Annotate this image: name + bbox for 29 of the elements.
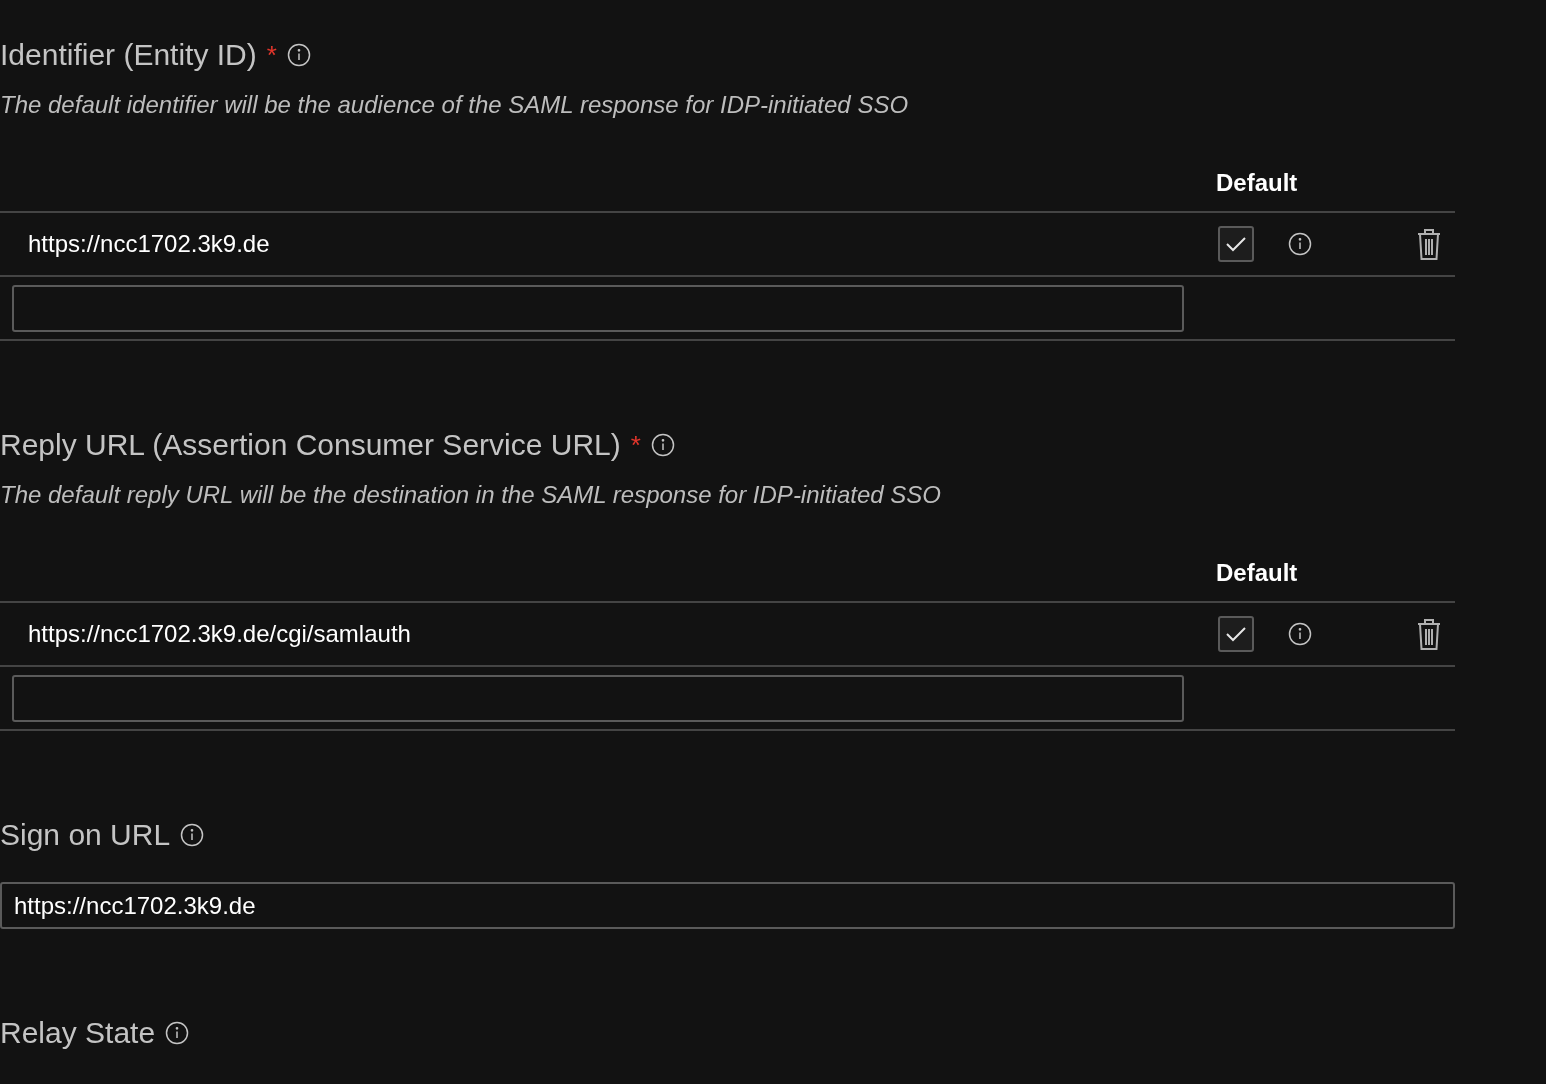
info-icon[interactable] [180, 823, 205, 847]
field-label: Reply URL (Assertion Consumer Service URL) [0, 428, 621, 462]
trash-icon [1417, 228, 1441, 260]
url-value: https://ncc1702.3k9.de/cgi/samlauth [27, 620, 411, 648]
info-icon[interactable] [650, 433, 675, 457]
column-header: Default [1216, 169, 1299, 197]
field-label: Identifier (Entity ID) [0, 38, 257, 72]
info-icon[interactable] [1288, 232, 1312, 256]
input-field[interactable]: https://ncc1702.3k9.de [0, 882, 1455, 929]
field-description: The default reply URL will be the destination in the SAML response for IDP-initiated SSO [0, 481, 942, 510]
check-icon [1225, 235, 1247, 253]
default-checkbox[interactable] [1218, 226, 1254, 262]
info-icon[interactable] [165, 1021, 190, 1045]
field-label: Relay State [0, 1016, 156, 1050]
input-field[interactable] [12, 285, 1184, 332]
delete-button[interactable] [1417, 228, 1441, 260]
info-icon[interactable] [1288, 622, 1312, 646]
required-mark: * [266, 39, 277, 71]
info-icon[interactable] [286, 43, 311, 67]
default-checkbox[interactable] [1218, 616, 1254, 652]
url-value: https://ncc1702.3k9.de [27, 230, 270, 258]
field-label: Sign on URL [0, 818, 171, 852]
check-icon [1225, 625, 1247, 643]
field-description: The default identifier will be the audience of the SAML response for IDP-initiated SSO [0, 91, 910, 120]
trash-icon [1417, 618, 1441, 650]
column-header: Default [1216, 559, 1299, 587]
delete-button[interactable] [1417, 618, 1441, 650]
input-field[interactable] [12, 675, 1184, 722]
required-mark: * [630, 429, 641, 461]
